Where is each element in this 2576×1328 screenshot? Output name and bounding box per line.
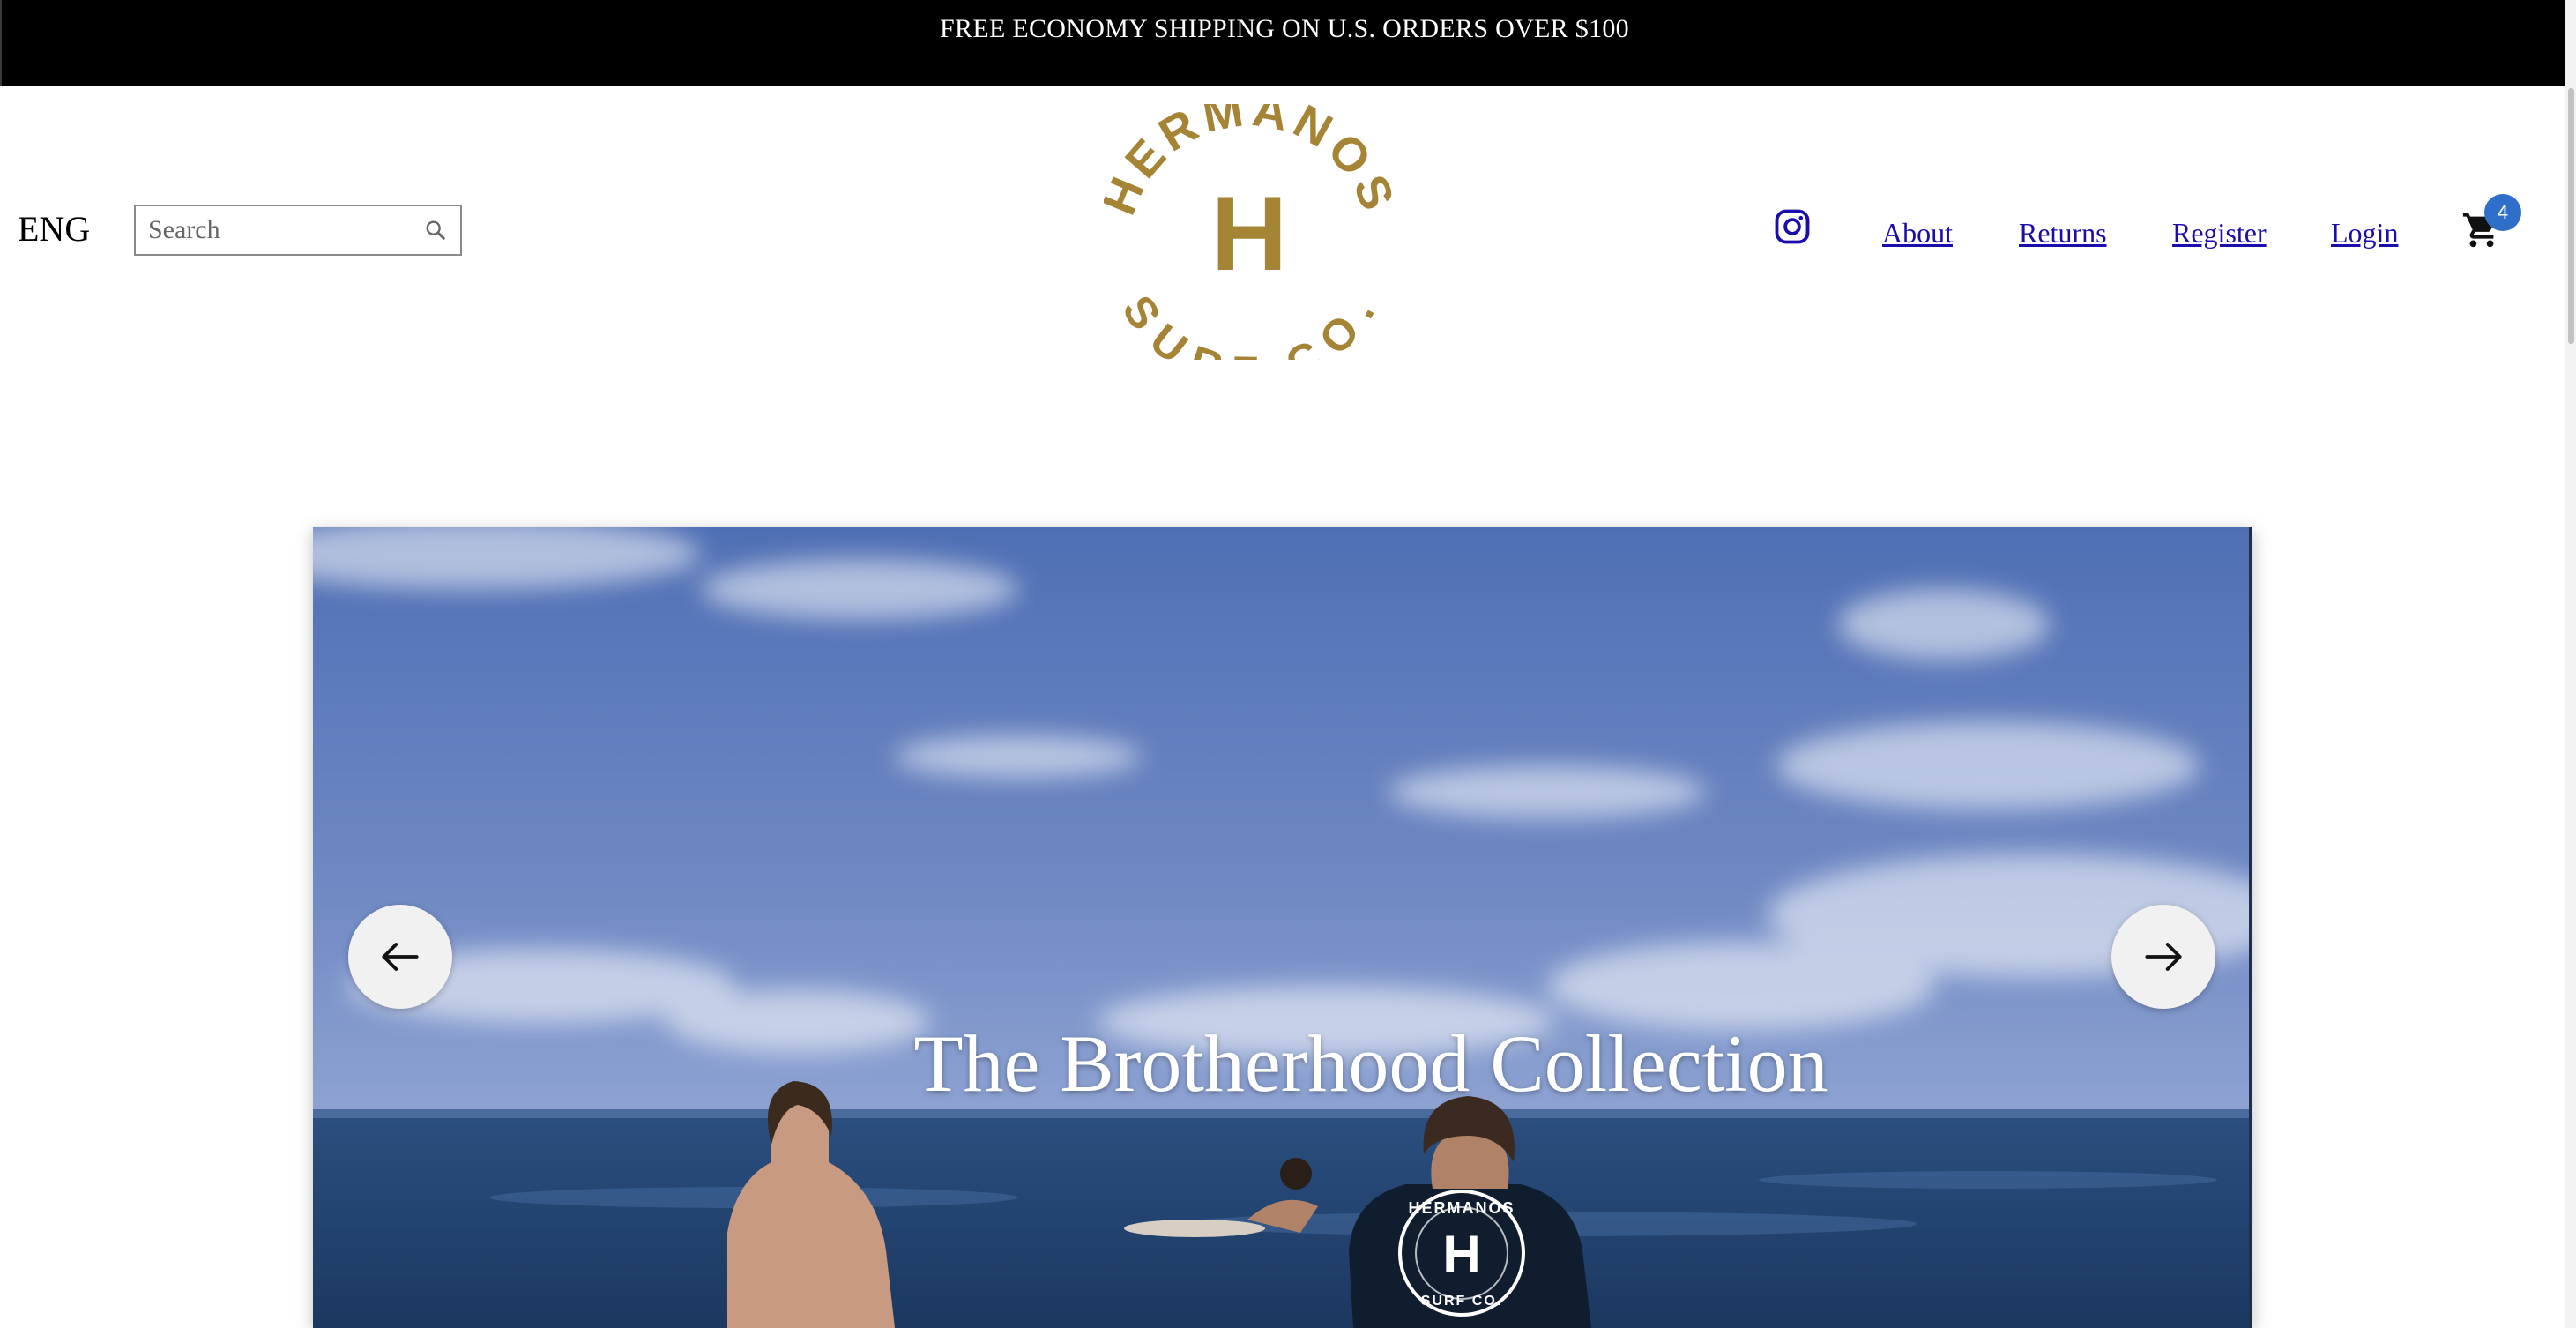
carousel-next-button[interactable]	[2111, 905, 2215, 1009]
search-icon[interactable]	[423, 218, 448, 242]
promo-bar: FREE ECONOMY SHIPPING ON U.S. ORDERS OVE…	[0, 0, 2567, 86]
nav-returns-link[interactable]: Returns	[2019, 215, 2107, 250]
logo-bottom-text: SURF CO.	[1113, 287, 1386, 360]
hero-carousel: H HERMANOS SURF CO. The Brotherhood Coll…	[313, 527, 2252, 1328]
search-box[interactable]	[134, 205, 462, 256]
nav-about-link[interactable]: About	[1882, 215, 1953, 250]
arrow-left-icon	[382, 943, 419, 971]
logo-monogram: H	[1211, 175, 1288, 293]
language-selector[interactable]: ENG	[18, 208, 90, 250]
shirt-logo-monogram: H	[1442, 1225, 1480, 1284]
hero-title-text: The Brotherhood Collection	[913, 1018, 1828, 1108]
carousel-prev-button[interactable]	[348, 905, 452, 1009]
shirt-logo-top: HERMANOS	[1408, 1199, 1515, 1217]
hero-title: The Brotherhood Collection	[313, 1019, 2252, 1108]
scrollbar-thumb[interactable]	[2568, 88, 2574, 344]
arrow-right-icon	[2145, 943, 2182, 971]
promo-text: FREE ECONOMY SHIPPING ON U.S. ORDERS OVE…	[940, 14, 1629, 43]
nav-register-link[interactable]: Register	[2172, 215, 2267, 250]
cart-count-badge: 4	[2484, 194, 2521, 231]
shirt-logo-bottom: SURF CO.	[1421, 1294, 1502, 1309]
nav-login-link[interactable]: Login	[2331, 215, 2398, 250]
brand-logo[interactable]: HERMANOS SURF CO. H	[1104, 104, 1395, 360]
scrollbar[interactable]	[2565, 0, 2576, 1328]
instagram-icon[interactable]	[1774, 208, 1811, 245]
search-input[interactable]	[136, 206, 421, 254]
hero-image: H HERMANOS SURF CO.	[313, 527, 2252, 1328]
